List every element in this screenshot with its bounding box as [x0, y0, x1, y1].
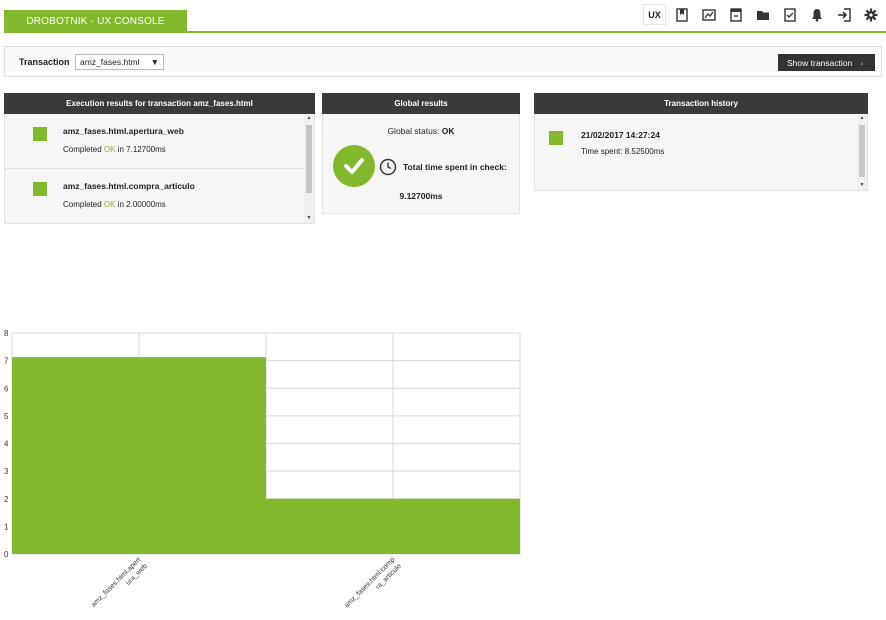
- bar: [266, 498, 520, 554]
- transaction-history-panel: Transaction history 21/02/2017 14:27:24 …: [534, 93, 868, 191]
- scroll-down-icon[interactable]: ▼: [304, 214, 314, 223]
- list-item: amz_fases.html.apertura_web Completed OK…: [5, 114, 304, 168]
- status-square-icon: [33, 182, 47, 196]
- global-results-panel: Global results Global status: OK Total t…: [322, 93, 520, 214]
- transaction-history-list: 21/02/2017 14:27:24 Time spent: 8.52500m…: [534, 114, 868, 191]
- x-tick-label: amz_fases.html.compra_articulo: [343, 556, 403, 609]
- bar: [12, 357, 266, 554]
- scroll-down-icon[interactable]: ▼: [857, 181, 867, 190]
- y-tick-label: 1: [4, 522, 9, 531]
- transaction-history-title: Transaction history: [534, 93, 868, 114]
- scroll-thumb[interactable]: [859, 125, 865, 177]
- transaction-select[interactable]: amz_fases.html ▼: [75, 54, 164, 70]
- bell-icon[interactable]: [805, 4, 828, 25]
- execution-time-chart: 0 1 2 3 4 5 6 7 8 amz_fases.html.apert ura_web amz_…: [0, 326, 540, 620]
- clock-icon: [379, 158, 397, 176]
- show-transaction-label: Show transaction: [787, 57, 853, 68]
- execution-scrollbar[interactable]: ▲ ▼: [304, 114, 314, 223]
- x-tick-label-line: amz_fases.html.apert: [90, 556, 142, 608]
- execution-results-title: Execution results for transaction amz_fa…: [4, 93, 315, 114]
- global-results-body: Global status: OK Total time spent in ch…: [322, 114, 520, 214]
- y-tick-label: 8: [4, 329, 9, 338]
- y-tick-label: 0: [4, 550, 9, 559]
- folder-icon[interactable]: [751, 4, 774, 25]
- global-status: Global status: OK: [387, 126, 455, 136]
- console-title-tab[interactable]: DROBOTNIK - UX CONSOLE: [4, 10, 187, 32]
- total-time-value: 9.12700ms: [399, 191, 443, 201]
- x-tick-label-line: amz_fases.html.comp: [343, 556, 396, 609]
- toolbar: UX: [643, 4, 882, 25]
- global-results-title: Global results: [322, 93, 520, 114]
- y-tick-label: 4: [4, 440, 9, 449]
- scroll-up-icon[interactable]: ▲: [857, 114, 867, 123]
- header-divider: [4, 31, 886, 33]
- checklist-icon[interactable]: [778, 4, 801, 25]
- step-name: amz_fases.html.apertura_web: [63, 126, 184, 136]
- history-scrollbar[interactable]: ▲ ▼: [857, 114, 867, 190]
- logout-icon[interactable]: [832, 4, 855, 25]
- chart-icon[interactable]: [697, 4, 720, 25]
- transaction-label: Transaction: [19, 57, 70, 67]
- y-tick-label: 6: [4, 384, 9, 393]
- history-time-spent: Time spent: 8.52500ms: [581, 147, 665, 156]
- bar-chart: 012345678amz_fases.html.apertura_web amz_…: [4, 329, 521, 610]
- status-square-icon: [549, 131, 563, 145]
- archive-icon[interactable]: [724, 4, 747, 25]
- execution-results-panel: Execution results for transaction amz_fa…: [4, 93, 315, 224]
- status-square-icon: [33, 127, 47, 141]
- dropdown-arrow-icon: ▼: [150, 57, 159, 67]
- scroll-up-icon[interactable]: ▲: [304, 114, 314, 123]
- transaction-bar: Transaction amz_fases.html ▼ Show transa…: [4, 46, 882, 77]
- chevron-right-icon: ›: [860, 57, 864, 68]
- bookmark-icon[interactable]: [670, 4, 693, 25]
- gear-icon[interactable]: [859, 4, 882, 25]
- execution-results-list: amz_fases.html.apertura_web Completed OK…: [4, 114, 315, 224]
- check-icon: [333, 145, 375, 187]
- transaction-select-value: amz_fases.html: [80, 57, 140, 67]
- total-time-label: Total time spent in check:: [403, 162, 507, 172]
- step-status: Completed OK in 7.12700ms: [63, 145, 166, 154]
- y-tick-label: 2: [4, 495, 9, 504]
- show-transaction-button[interactable]: Show transaction ›: [778, 54, 875, 71]
- list-item: amz_fases.html.compra_articulo Completed…: [5, 169, 304, 223]
- ux-button[interactable]: UX: [643, 4, 666, 25]
- y-tick-label: 5: [4, 412, 9, 421]
- step-status: Completed OK in 2.00000ms: [63, 200, 166, 209]
- y-tick-label: 7: [4, 357, 9, 366]
- history-date[interactable]: 21/02/2017 14:27:24: [581, 130, 660, 140]
- x-tick-label: amz_fases.html.apertura_web: [90, 556, 149, 608]
- y-tick-label: 3: [4, 467, 9, 476]
- step-name: amz_fases.html.compra_articulo: [63, 181, 195, 191]
- scroll-thumb[interactable]: [306, 125, 312, 193]
